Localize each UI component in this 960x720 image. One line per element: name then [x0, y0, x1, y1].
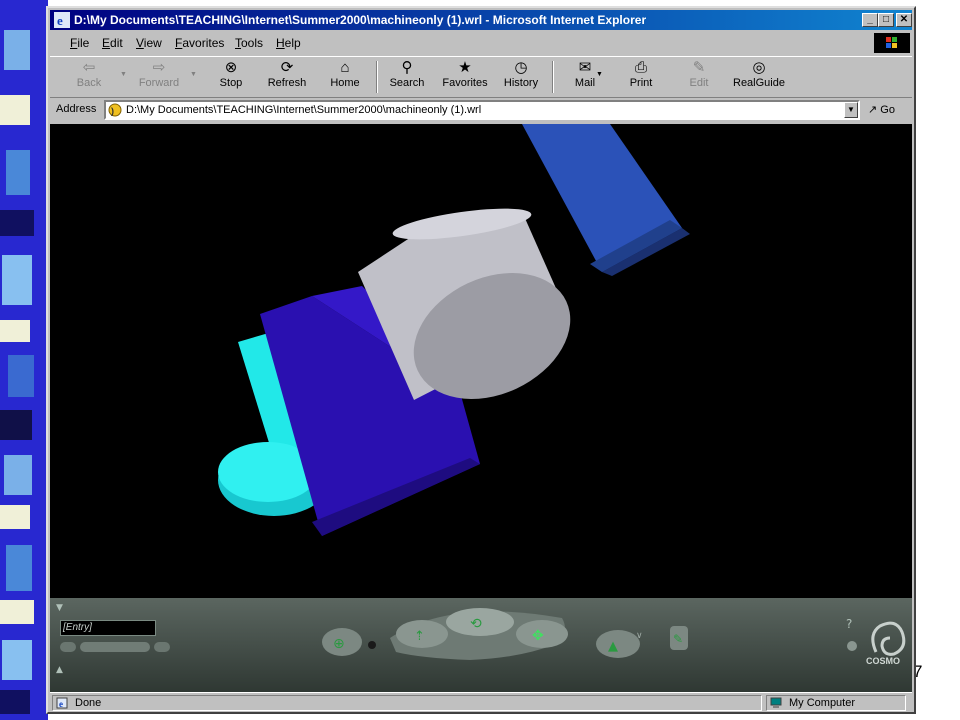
refresh-button[interactable]: ⟳ Refresh: [258, 59, 316, 95]
menu-favorites[interactable]: Favorites: [175, 36, 224, 50]
svg-text:): ): [111, 106, 114, 116]
status-text: Done: [75, 697, 102, 709]
history-icon: ◷: [514, 59, 528, 76]
next-viewpoint-button[interactable]: [154, 642, 170, 652]
pan-icon: ✥: [532, 628, 544, 644]
back-dropdown-icon[interactable]: ▼: [120, 71, 127, 78]
minimize-button[interactable]: _: [862, 13, 878, 27]
slide-page-number: 7: [913, 662, 923, 681]
favorites-icon: ★: [458, 59, 472, 76]
favorites-button[interactable]: ★ Favorites: [436, 59, 494, 95]
go-arrow-icon: ↗: [868, 104, 878, 116]
status-bar: e Done My Computer: [50, 692, 912, 713]
forward-dropdown-icon[interactable]: ▼: [190, 71, 197, 78]
straighten-button[interactable]: [596, 630, 640, 658]
back-button[interactable]: ⇦ Back: [60, 59, 118, 95]
page-done-icon: e: [56, 697, 68, 709]
menu-view[interactable]: View: [136, 36, 162, 50]
zoom-icon: ⇡: [414, 629, 425, 644]
go-button[interactable]: ↗ Go: [868, 103, 895, 116]
refresh-icon: ⟳: [280, 59, 294, 76]
mail-dropdown-icon[interactable]: ▼: [596, 71, 603, 78]
history-button[interactable]: ◷ History: [492, 59, 550, 95]
security-zone-panel: My Computer: [766, 695, 906, 711]
realguide-button[interactable]: ◎ RealGuide: [726, 59, 792, 95]
prev-viewpoint-button[interactable]: [60, 642, 76, 652]
forward-arrow-icon: ⇨: [152, 59, 166, 76]
computer-icon: [770, 697, 782, 708]
ie-logo-icon: e: [54, 12, 70, 28]
viewpoint-list-button[interactable]: [80, 642, 150, 652]
collapse-arrow-icon[interactable]: ▼: [56, 603, 63, 613]
rotate-icon: ⟲: [470, 616, 482, 632]
printer-icon: ⎙: [634, 59, 647, 76]
cosmo-logo-icon: [871, 621, 906, 656]
mail-button[interactable]: ✉ Mail: [556, 59, 614, 95]
stop-icon: ⊗: [224, 59, 238, 76]
address-dropdown-icon[interactable]: ▼: [844, 102, 858, 118]
menu-edit[interactable]: Edit: [102, 36, 123, 50]
menu-bar: File Edit View Favorites Tools Help: [50, 32, 912, 54]
mail-icon: ✉: [578, 59, 592, 76]
back-arrow-icon: ⇦: [82, 59, 96, 76]
restore-icon: ✎: [673, 632, 683, 646]
menu-help[interactable]: Help: [276, 36, 301, 50]
menu-tools[interactable]: Tools: [235, 36, 263, 50]
help-icon[interactable]: ?: [846, 617, 852, 631]
window-title: D:\My Documents\TEACHING\Internet\Summer…: [74, 13, 647, 27]
3d-scene: [218, 124, 690, 536]
edit-button[interactable]: ✎ Edit: [670, 59, 728, 95]
standard-toolbar: ⇦ Back ▼ ⇨ Forward ▼ ⊗ Stop ⟳ Refresh ⌂ …: [50, 56, 912, 98]
address-url: D:\My Documents\TEACHING\Internet\Summer…: [126, 104, 482, 116]
menu-file[interactable]: File: [70, 36, 89, 50]
search-button[interactable]: ⚲ Search: [378, 59, 436, 95]
toolbar-separator: [552, 61, 554, 93]
maximize-button[interactable]: □: [878, 13, 894, 27]
triangle-up-icon: ▲: [608, 639, 618, 654]
stop-button[interactable]: ⊗ Stop: [202, 59, 260, 95]
security-zone-text: My Computer: [789, 697, 856, 709]
expand-arrow-icon[interactable]: ▲: [56, 665, 63, 675]
realguide-icon: ◎: [752, 59, 766, 76]
windows-logo-icon: [874, 33, 910, 53]
crosshair-icon: ⊕: [333, 636, 345, 652]
svg-text:e: e: [59, 699, 63, 709]
forward-button[interactable]: ⇨ Forward: [130, 59, 188, 95]
vrml-viewport[interactable]: [50, 124, 912, 598]
gravity-dot[interactable]: [368, 641, 376, 649]
svg-text:e: e: [57, 13, 63, 28]
address-input[interactable]: ) D:\My Documents\TEACHING\Internet\Summ…: [104, 100, 860, 120]
chevron-down-icon[interactable]: ∨: [636, 631, 643, 641]
slide-decoration-strip: [0, 0, 48, 720]
home-button[interactable]: ⌂ Home: [316, 59, 374, 95]
title-bar[interactable]: e D:\My Documents\TEACHING\Internet\Summ…: [50, 10, 912, 30]
address-bar: Address ) D:\My Documents\TEACHING\Inter…: [50, 98, 912, 122]
home-icon: ⌂: [340, 59, 350, 76]
address-label: Address: [56, 103, 97, 115]
preferences-dot[interactable]: [847, 641, 857, 651]
vrml-file-icon: ): [108, 103, 122, 117]
cosmo-brand: COSMO: [866, 656, 900, 666]
cosmo-player-controls: [Entry] ▼ ▲ ⊕ ⇡ ⟲ ✥ ▲ ∨ ✎ ? COSMO: [50, 598, 912, 692]
cosmo-console: ▼ ▲ ⊕ ⇡ ⟲ ✥ ▲ ∨ ✎ ? COSMO: [56, 603, 906, 675]
close-button[interactable]: ✕: [896, 13, 912, 27]
edit-icon: ✎: [692, 59, 706, 76]
status-panel: e Done: [52, 695, 762, 711]
browser-window: e D:\My Documents\TEACHING\Internet\Summ…: [46, 6, 916, 714]
search-icon: ⚲: [401, 59, 413, 76]
print-button[interactable]: ⎙ Print: [612, 59, 670, 95]
